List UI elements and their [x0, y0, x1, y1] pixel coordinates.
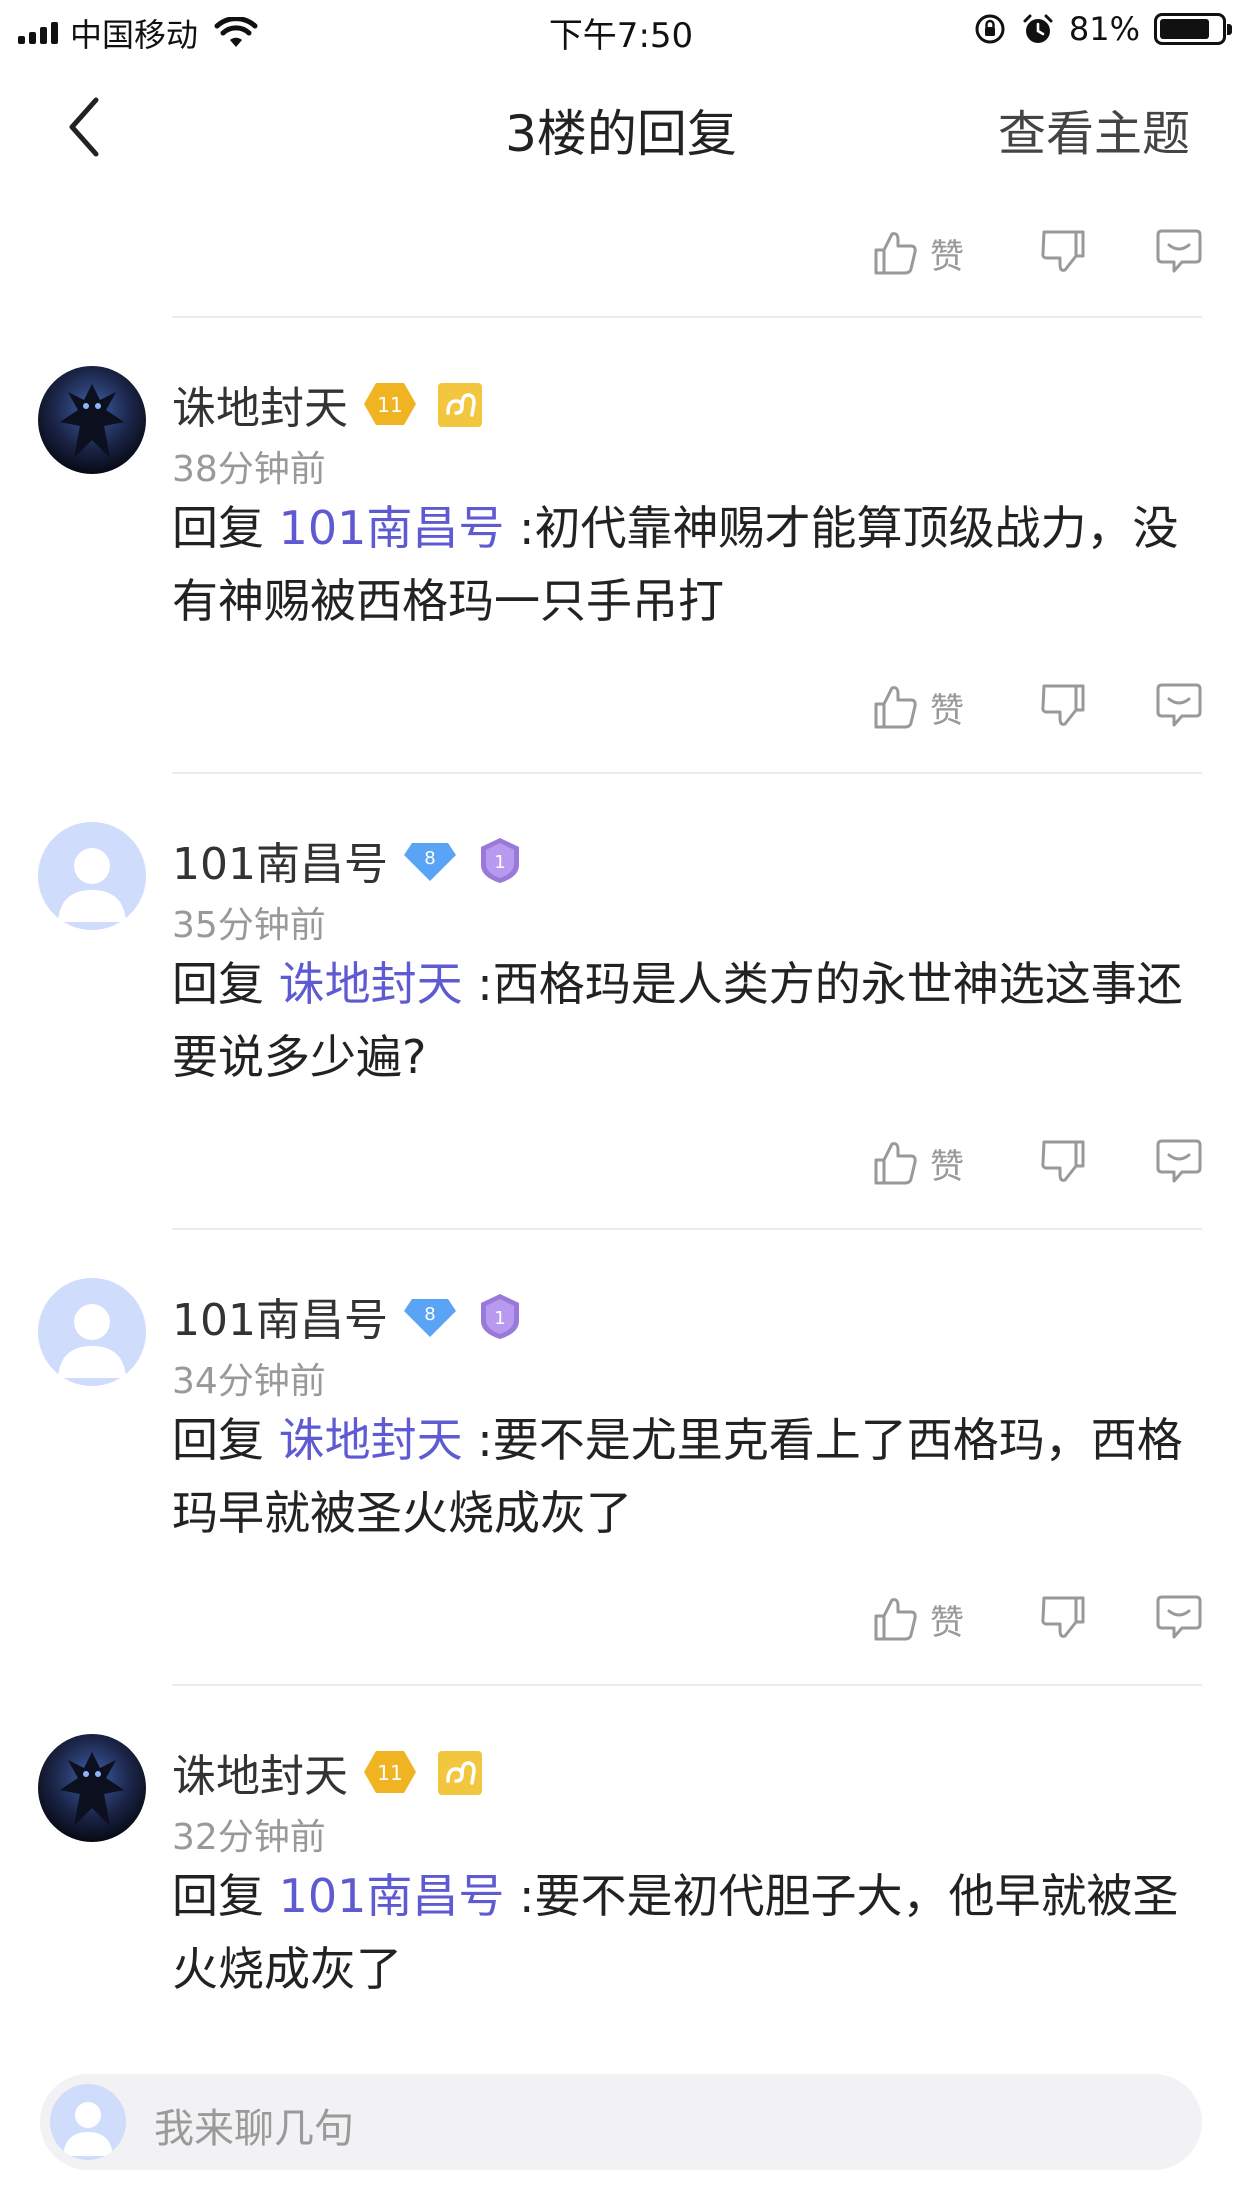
level-number: 8 [424, 848, 435, 869]
thumbs-up-icon [874, 1598, 917, 1641]
action-row: 赞 [870, 1584, 1210, 1654]
my-avatar [50, 2084, 126, 2160]
comment-button[interactable] [1154, 1136, 1204, 1190]
default-user-avatar-icon [50, 2084, 126, 2160]
thumbs-up-icon [874, 686, 917, 729]
status-bar: 中国移动 下午7:50 81% [0, 0, 1242, 64]
comment-icon [1156, 1139, 1202, 1183]
status-right: 81% [973, 10, 1232, 48]
battery-percent: 81% [1068, 10, 1140, 48]
username[interactable]: 诛地封天 11 [172, 1740, 488, 1804]
action-row: 赞 [870, 672, 1210, 742]
mention-link[interactable]: 101南昌号 [279, 501, 505, 555]
username-text: 诛地封天 [172, 383, 348, 434]
level-badge: 8 [403, 1299, 456, 1337]
svg-text:1: 1 [494, 852, 505, 873]
default-user-avatar-icon [38, 822, 146, 930]
avatar[interactable] [38, 1734, 146, 1842]
mention-link[interactable]: 诛地封天 [279, 1413, 463, 1467]
thumbs-down-icon [1041, 230, 1085, 272]
level-number: 11 [377, 393, 402, 417]
mention-link[interactable]: 101南昌号 [279, 1869, 505, 1923]
dislike-button[interactable] [1038, 1592, 1088, 1646]
alarm-icon [1023, 14, 1053, 43]
timestamp: 32分钟前 [172, 1817, 326, 1858]
zodiac-badge-icon [438, 383, 482, 427]
dislike-button[interactable] [1038, 680, 1088, 734]
avatar[interactable] [38, 822, 146, 930]
comment-button[interactable] [1154, 680, 1204, 734]
action-row: 赞 [870, 1128, 1210, 1198]
rank-badge-icon: 1 [480, 838, 519, 883]
reply-prefix: 回复 [172, 1869, 279, 1923]
comment-icon [1156, 683, 1202, 727]
reply-content: 回复 101南昌号 :初代靠神赐才能算顶级战力，没有神赐被西格玛一只手吊打 [172, 492, 1192, 638]
like-button[interactable]: 赞 [870, 1138, 994, 1188]
dark-creature-avatar-icon [38, 1734, 146, 1842]
avatar[interactable] [38, 366, 146, 474]
thumbs-down-icon [1041, 1596, 1085, 1638]
mention-link[interactable]: 诛地封天 [279, 957, 463, 1011]
comment-button[interactable] [1154, 226, 1204, 280]
view-topic-button[interactable]: 查看主题 [998, 94, 1190, 164]
username[interactable]: 诛地封天 11 [172, 372, 488, 436]
timestamp: 35分钟前 [172, 905, 326, 946]
avatar[interactable] [38, 1278, 146, 1386]
divider [172, 316, 1202, 318]
like-label: 赞 [930, 1602, 964, 1643]
divider [172, 1684, 1202, 1686]
comment-button[interactable] [1154, 1592, 1204, 1646]
like-button[interactable]: 赞 [870, 682, 994, 732]
action-row: 赞 [870, 218, 1210, 288]
dislike-button[interactable] [1038, 226, 1088, 280]
dark-creature-avatar-icon [38, 366, 146, 474]
thumbs-down-icon [1041, 684, 1085, 726]
reply-content: 回复 诛地封天 :西格玛是人类方的永世神选这事还要说多少遍? [172, 948, 1192, 1094]
level-number: 11 [377, 1761, 402, 1785]
like-button[interactable]: 赞 [870, 228, 994, 278]
level-badge: 8 [403, 843, 456, 881]
svg-text:1: 1 [494, 1308, 505, 1329]
like-label: 赞 [930, 690, 964, 731]
thumbs-up-icon [874, 232, 917, 275]
divider [172, 1228, 1202, 1230]
username[interactable]: 101南昌号 8 1 [172, 828, 528, 892]
username-text: 101南昌号 [172, 1295, 388, 1346]
like-button[interactable]: 赞 [870, 1594, 994, 1644]
thumbs-down-icon [1041, 1140, 1085, 1182]
comment-icon [1156, 229, 1202, 273]
divider [172, 772, 1202, 774]
timestamp: 38分钟前 [172, 449, 326, 490]
reply-prefix: 回复 [172, 1413, 279, 1467]
reply-input-placeholder[interactable]: 我来聊几句 [154, 2096, 354, 2154]
comment-icon [1156, 1595, 1202, 1639]
username-text: 诛地封天 [172, 1751, 348, 1802]
battery-fill [1160, 19, 1209, 39]
level-number: 8 [424, 1304, 435, 1325]
timestamp: 34分钟前 [172, 1361, 326, 1402]
reply-input-bar[interactable]: 我来聊几句 [40, 2074, 1202, 2170]
dislike-button[interactable] [1038, 1136, 1088, 1190]
reply-prefix: 回复 [172, 957, 279, 1011]
rank-badge-icon: 1 [480, 1294, 519, 1339]
like-label: 赞 [930, 236, 964, 277]
username-text: 101南昌号 [172, 839, 388, 890]
level-badge: 11 [364, 1751, 416, 1793]
default-user-avatar-icon [38, 1278, 146, 1386]
username[interactable]: 101南昌号 8 1 [172, 1284, 528, 1348]
reply-content: 回复 101南昌号 :要不是初代胆子大，他早就被圣火烧成灰了 [172, 1860, 1192, 2006]
thumbs-up-icon [874, 1142, 917, 1185]
reply-prefix: 回复 [172, 501, 279, 555]
nav-bar: 3楼的回复 查看主题 [0, 64, 1242, 186]
zodiac-badge-icon [438, 1751, 482, 1795]
battery-icon [1154, 13, 1232, 45]
reply-content: 回复 诛地封天 :要不是尤里克看上了西格玛，西格玛早就被圣火烧成灰了 [172, 1404, 1192, 1550]
like-label: 赞 [930, 1146, 964, 1187]
level-badge: 11 [364, 383, 416, 425]
orientation-lock-icon [975, 14, 1005, 44]
